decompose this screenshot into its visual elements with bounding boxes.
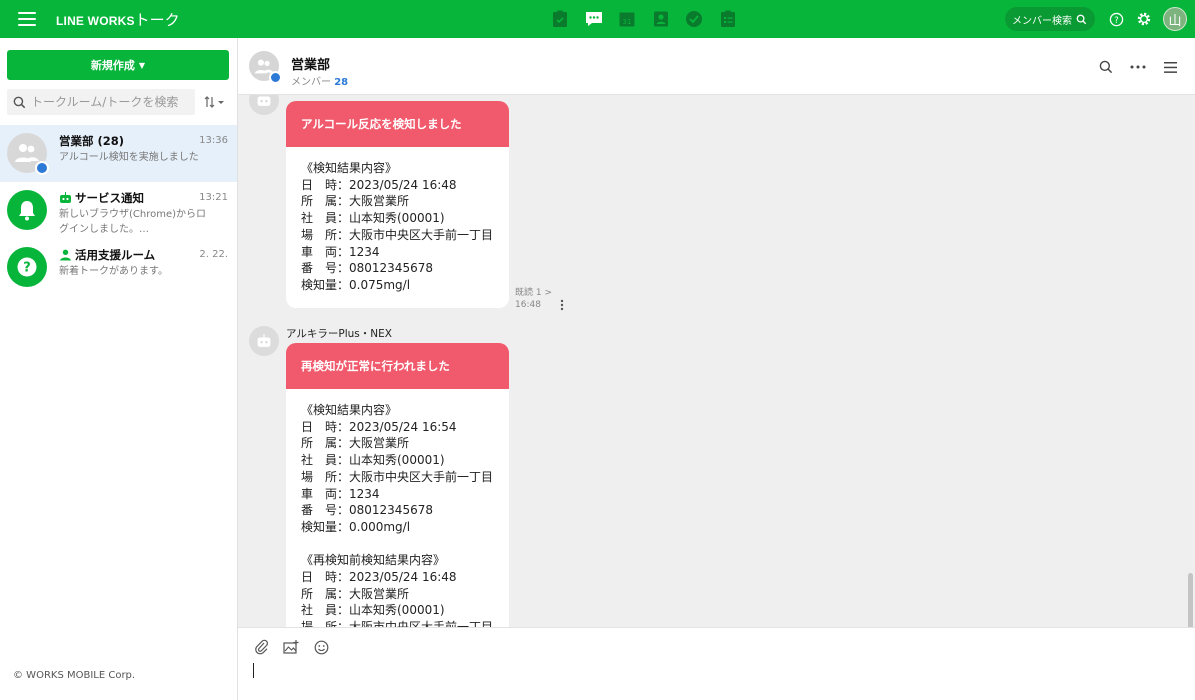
message-bubble[interactable]: 再検知が正常に行われました 《検知結果内容》 日 時：2023/05/24 16… xyxy=(286,343,509,650)
group-badge-icon xyxy=(269,71,282,84)
room-search-input[interactable] xyxy=(31,95,181,109)
message-meta: 既読 1 > 16:48 xyxy=(515,287,552,311)
search-icon[interactable] xyxy=(1097,58,1115,76)
attach-icon[interactable] xyxy=(252,638,270,656)
form-icon[interactable] xyxy=(718,9,738,29)
chat-panel: 営業部 メンバー 28 アルコール反応を検知しました 《検知結果内容》 日 時：… xyxy=(238,38,1195,700)
brand-latin: LINE WORKS xyxy=(56,14,135,28)
member-label: メンバー xyxy=(291,77,331,88)
more-icon[interactable] xyxy=(1129,58,1147,76)
message-header: 再検知が正常に行われました xyxy=(286,343,509,389)
message-header: アルコール反応を検知しました xyxy=(286,101,509,147)
task-icon[interactable] xyxy=(684,9,704,29)
svg-text:?: ? xyxy=(1114,14,1118,24)
message-input[interactable] xyxy=(252,664,1172,688)
room-item-support[interactable]: ? 活用支援ルーム 2. 22. 新着トークがあります。 xyxy=(0,239,237,296)
room-name: サービス通知 xyxy=(75,191,144,205)
room-search-box xyxy=(7,89,195,115)
room-name: 営業部 (28) xyxy=(59,134,125,148)
contacts-icon[interactable] xyxy=(651,9,671,29)
group-badge-icon xyxy=(35,161,49,175)
bot-icon xyxy=(257,96,271,106)
sender-name: アルキラーPlus・NEX xyxy=(286,328,392,340)
room-name-wrap: 活用支援ルーム xyxy=(59,247,155,263)
new-create-label: 新規作成 xyxy=(90,59,135,72)
header-actions xyxy=(1083,58,1179,76)
member-search-button[interactable]: メンバー検索 xyxy=(1005,7,1095,31)
emoji-icon[interactable] xyxy=(312,638,330,656)
message-body: 《検知結果内容》 日 時：2023/05/24 16:54 所 属：大阪営業所 … xyxy=(301,403,494,634)
message-bubble[interactable]: アルコール反応を検知しました 《検知結果内容》 日 時：2023/05/24 1… xyxy=(286,101,509,308)
room-preview: 新しいブラウザ(Chrome)からログインしました。… xyxy=(59,209,207,235)
member-count[interactable]: メンバー 28 xyxy=(291,73,348,88)
room-time: 2. 22. xyxy=(199,249,228,260)
sort-button[interactable] xyxy=(204,94,228,110)
top-right-tools: メンバー検索 ? 山 xyxy=(1005,7,1187,31)
room-time: 13:21 xyxy=(199,192,228,203)
room-preview: アルコール検知を実施しました xyxy=(59,152,199,163)
calendar-icon[interactable]: 31 xyxy=(617,9,637,29)
room-item-service[interactable]: サービス通知 13:21 新しいブラウザ(Chrome)からログインしました。… xyxy=(0,182,237,239)
svg-text:31: 31 xyxy=(623,18,632,26)
question-icon: ? xyxy=(17,257,37,277)
bot-avatar xyxy=(249,95,279,115)
search-icon xyxy=(13,96,26,108)
talk-icon[interactable] xyxy=(584,9,604,29)
list-menu-icon[interactable] xyxy=(1161,58,1179,76)
new-create-button[interactable]: 新規作成 ▼ xyxy=(7,50,229,80)
sort-icon xyxy=(204,96,224,108)
svg-text:?: ? xyxy=(23,261,31,276)
board-icon[interactable] xyxy=(550,9,570,29)
group-avatar xyxy=(7,133,49,175)
bell-icon xyxy=(19,201,35,221)
sidebar: 新規作成▼ 営業部 (28) 13:36 アルコール検知を実施しました サービス… xyxy=(0,38,238,700)
bell-avatar xyxy=(7,190,47,230)
composer xyxy=(238,627,1195,700)
member-search-label: メンバー検索 xyxy=(1012,15,1072,27)
help-avatar: ? xyxy=(7,247,47,287)
bot-avatar[interactable] xyxy=(249,326,279,356)
brand-kana: トーク xyxy=(134,11,180,29)
message-body: 《検知結果内容》 日 時：2023/05/24 16:48 所 属：大阪営業所 … xyxy=(301,161,494,292)
message-more-icon[interactable] xyxy=(560,299,566,313)
bot-icon xyxy=(257,334,271,347)
gear-icon[interactable] xyxy=(1135,10,1153,28)
room-name: 活用支援ルーム xyxy=(75,248,156,262)
search-icon xyxy=(1076,14,1087,24)
copyright: © WORKS MOBILE Corp. xyxy=(13,670,136,681)
member-number: 28 xyxy=(334,77,349,88)
person-icon xyxy=(60,249,71,261)
caret-down-icon: ▼ xyxy=(138,60,146,70)
chat-title: 営業部 xyxy=(291,58,331,73)
composer-tools xyxy=(252,638,342,656)
chat-header: 営業部 メンバー 28 xyxy=(238,38,1195,95)
room-preview: 新着トークがあります。 xyxy=(59,266,168,277)
help-icon[interactable]: ? xyxy=(1107,10,1125,28)
top-bar: LINE WORKSトーク 31 メンバー検索 ? 山 xyxy=(0,0,1195,38)
read-receipt[interactable]: 既読 1 > xyxy=(515,287,552,299)
app-switcher: 31 xyxy=(550,9,751,29)
room-name-wrap: サービス通知 xyxy=(59,190,144,206)
user-avatar[interactable]: 山 xyxy=(1163,7,1187,31)
group-avatar[interactable] xyxy=(249,51,282,84)
room-item-sales[interactable]: 営業部 (28) 13:36 アルコール検知を実施しました xyxy=(0,125,237,182)
message-list[interactable]: アルコール反応を検知しました 《検知結果内容》 日 時：2023/05/24 1… xyxy=(238,95,1195,665)
image-icon[interactable] xyxy=(282,638,300,656)
app-brand[interactable]: LINE WORKSトーク xyxy=(56,9,180,30)
menu-icon[interactable] xyxy=(18,12,36,26)
room-time: 13:36 xyxy=(199,135,228,146)
message-time: 16:48 xyxy=(515,300,541,310)
bot-icon xyxy=(60,192,71,203)
